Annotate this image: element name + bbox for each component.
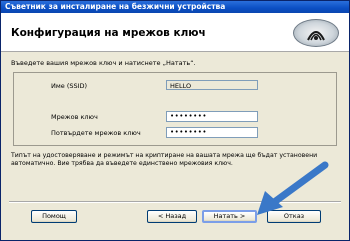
- wifi-symbol-icon: [307, 31, 325, 41]
- confirm-key-input[interactable]: ••••••••: [166, 127, 258, 138]
- back-button[interactable]: < Назад: [147, 210, 197, 223]
- window-title: Съветник за инсталиране на безжични устр…: [5, 2, 226, 11]
- wizard-window: Съветник за инсталиране на безжични устр…: [0, 0, 350, 241]
- wireless-logo-icon: [293, 19, 339, 47]
- help-button[interactable]: Помощ: [31, 210, 77, 223]
- ssid-field: HELLO: [166, 80, 258, 90]
- page-title: Конфигурация на мрежов ключ: [11, 27, 206, 39]
- wizard-header: Конфигурация на мрежов ключ: [1, 13, 349, 52]
- network-key-label: Мрежов ключ: [51, 113, 98, 121]
- network-key-input[interactable]: ••••••••: [166, 111, 258, 122]
- title-bar[interactable]: Съветник за инсталиране на безжични устр…: [1, 1, 349, 13]
- ssid-label: Име (SSID): [51, 82, 88, 90]
- next-button[interactable]: Натать >: [202, 210, 257, 223]
- instruction-text: Въведете вашия мрежов ключ и натиснете „…: [11, 59, 196, 67]
- confirm-key-label: Потвърдете мрежов ключ: [51, 129, 141, 137]
- pointer-arrow-icon: [257, 161, 329, 215]
